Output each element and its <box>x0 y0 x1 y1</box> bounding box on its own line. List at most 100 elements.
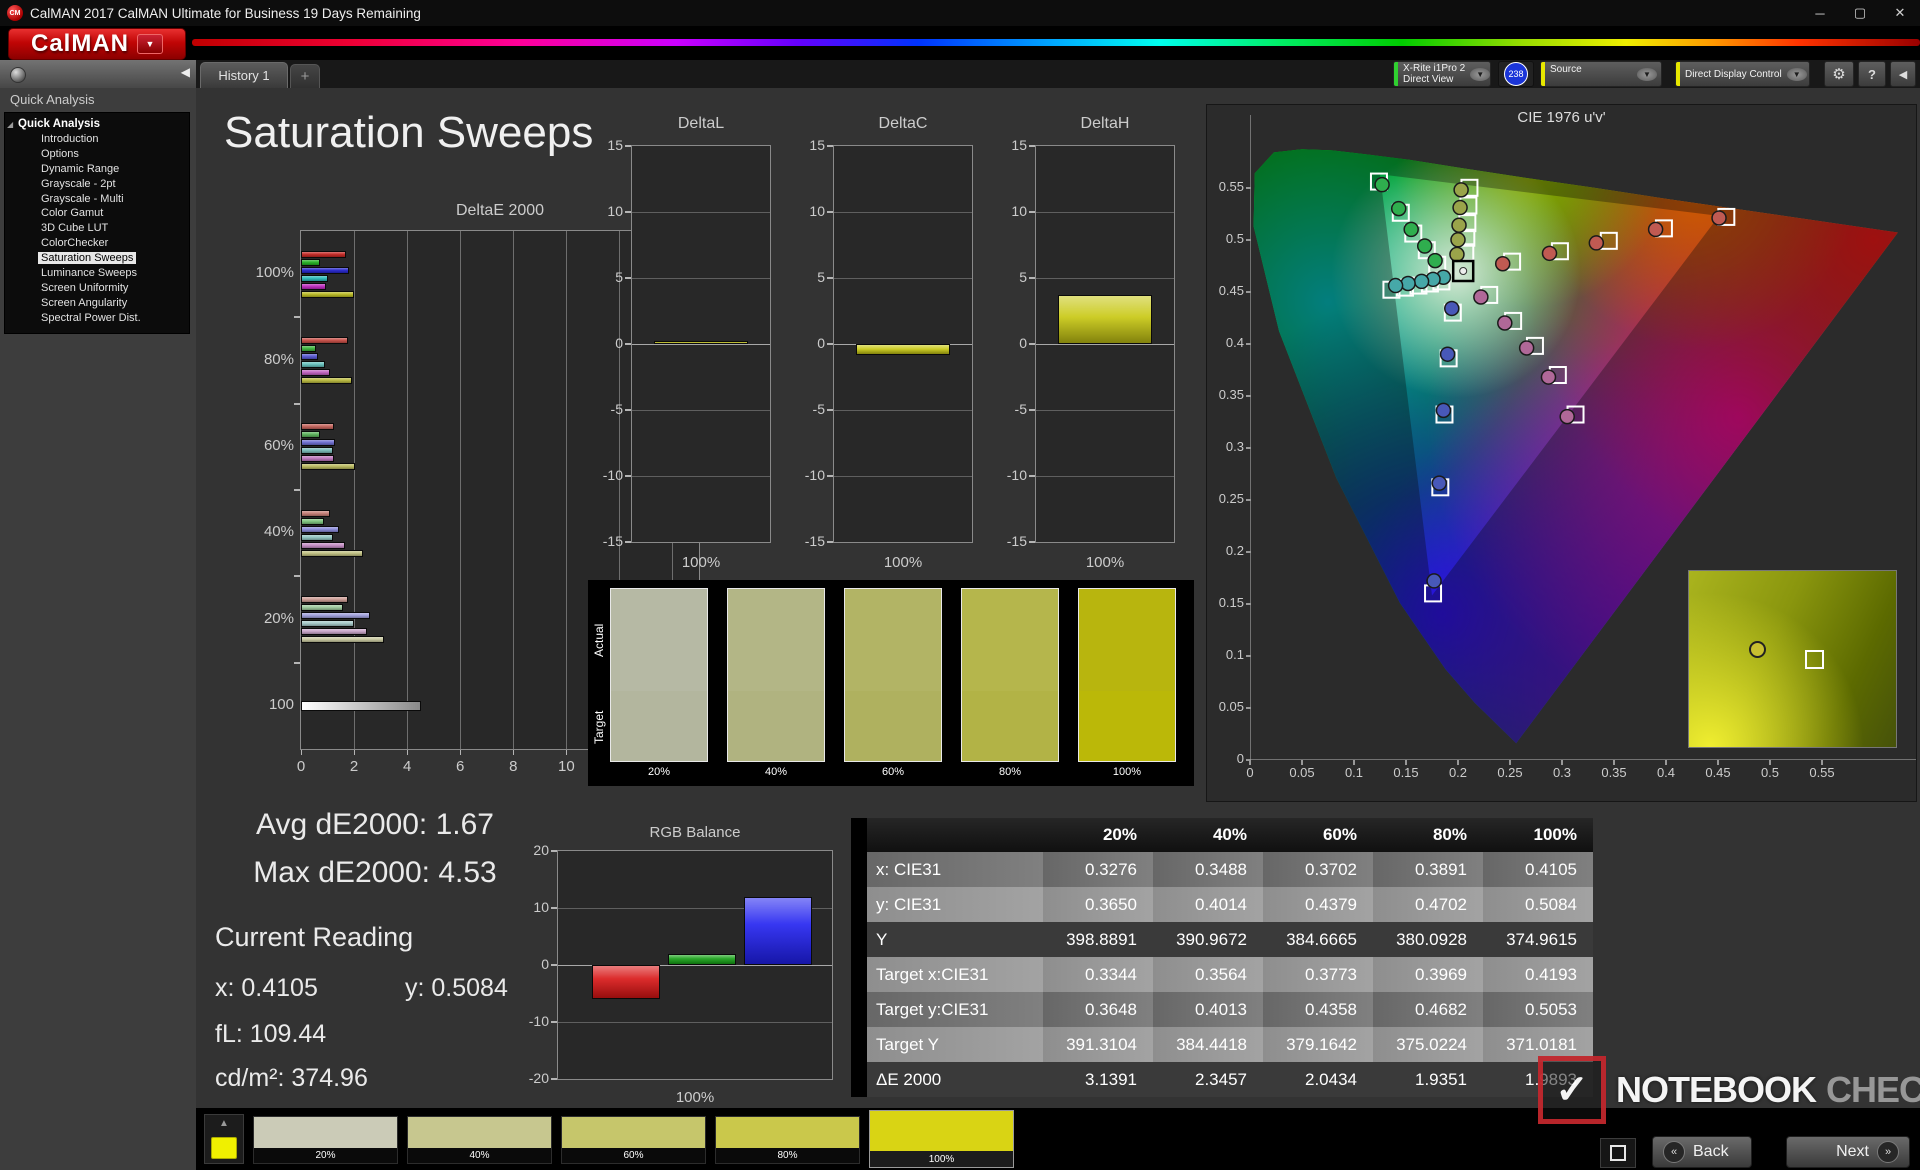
rgb-bar-green <box>668 953 736 965</box>
deltae-x-tick-label: 8 <box>509 758 518 775</box>
bottom-swatch-80%[interactable]: 80% <box>715 1116 860 1164</box>
cie-1976-panel: CIE 1976 u'v' 0.55 0.5 0.45 0.4 0.35 0.3… <box>1206 104 1917 802</box>
sidebar-item-colorchecker[interactable]: ColorChecker <box>5 236 189 251</box>
square-icon <box>1610 1145 1626 1161</box>
swatch-comparison-panel: Actual Target 20% 40% 60% 80% 100% <box>588 580 1194 786</box>
back-button[interactable]: « Back <box>1652 1136 1752 1168</box>
table-header-60%: 60% <box>1322 825 1357 844</box>
sidebar-item-screen-angularity[interactable]: Screen Angularity <box>5 296 189 311</box>
next-button[interactable]: Next » <box>1786 1136 1910 1168</box>
table-cell-20%: 391.3104 <box>1043 1027 1153 1062</box>
sidebar-item-3d-cube-lut[interactable]: 3D Cube LUT <box>5 221 189 236</box>
cie-y-tick-label: 0.45 <box>1218 282 1244 298</box>
next-chevron-icon: » <box>1877 1141 1899 1163</box>
stop-button[interactable] <box>1600 1138 1636 1168</box>
deltae-bar-80%-yellow <box>301 377 353 384</box>
meter-dropdown[interactable]: X-Rite i1Pro 2 Direct View ▼ <box>1393 61 1491 87</box>
tab-history-1[interactable]: History 1 <box>200 62 288 88</box>
cie-y-tick <box>1246 498 1251 501</box>
deltal-chart: DeltaL 100% 15 10 5 0 -5 -10 -15 <box>603 115 771 571</box>
cie-x-tick <box>1769 760 1771 765</box>
delta-y-tick <box>625 475 631 477</box>
add-tab-button[interactable]: + <box>290 64 320 88</box>
swatch-column-20%: 20% <box>610 588 708 778</box>
back-chevron-icon: « <box>1663 1141 1685 1163</box>
chevron-down-icon: ▼ <box>1786 67 1807 81</box>
deltah-plot <box>1035 145 1175 543</box>
close-button[interactable]: ✕ <box>1880 0 1920 26</box>
deltae-axis-tick <box>294 575 300 578</box>
bottom-swatch-color <box>562 1117 705 1148</box>
sidebar-item-options[interactable]: Options <box>5 147 189 162</box>
source-dropdown-label: Source <box>1550 64 1582 75</box>
deltae-bar-40%-magenta <box>301 541 345 549</box>
bottom-swatch-color <box>408 1117 551 1148</box>
calman-logo-menu[interactable]: CalMAN ▼ <box>8 28 186 60</box>
maximize-button[interactable]: ▢ <box>1840 0 1880 26</box>
delta-y-tick-label: -10 <box>804 467 825 483</box>
settings-button[interactable]: ⚙ <box>1824 61 1854 87</box>
display-control-label: Direct Display Control <box>1685 68 1782 80</box>
deltah-chart: DeltaH 100% 15 10 5 0 -5 -10 -15 <box>1007 115 1175 571</box>
back-label: Back <box>1693 1143 1729 1160</box>
sidebar-item-dynamic-range[interactable]: Dynamic Range <box>5 162 189 177</box>
cie-x-tick <box>1509 760 1511 765</box>
delta-gridline <box>1036 410 1174 411</box>
color-selector-button[interactable]: ▲ <box>204 1114 244 1164</box>
sidebar-item-screen-uniformity[interactable]: Screen Uniformity <box>5 281 189 296</box>
deltae-axis-tick <box>294 489 300 491</box>
deltae-x-tick <box>460 750 462 755</box>
delta-gridline <box>834 212 972 213</box>
sidebar-item-grayscale-multi[interactable]: Grayscale - Multi <box>5 192 189 207</box>
swatch-column-label: 100% <box>1112 766 1142 778</box>
sidebar-header: Quick Analysis <box>10 92 95 107</box>
delta-y-tick <box>827 343 833 345</box>
deltae-bar-80%-red <box>301 337 348 344</box>
help-button[interactable]: ? <box>1858 61 1886 87</box>
sidebar-item-spectral-power-dist-[interactable]: Spectral Power Dist. <box>5 311 189 326</box>
tree-root-quick-analysis[interactable]: ◢ Quick Analysis <box>5 117 189 132</box>
sidebar-item-saturation-sweeps[interactable]: Saturation Sweeps <box>5 251 189 266</box>
swatch-target <box>1079 691 1175 761</box>
source-dropdown[interactable]: Source ▼ <box>1540 61 1662 87</box>
sidebar-item-luminance-sweeps[interactable]: Luminance Sweeps <box>5 266 189 281</box>
chevron-down-icon: ▼ <box>137 34 163 54</box>
bottom-swatch-60%[interactable]: 60% <box>561 1116 706 1164</box>
sidebar-item-grayscale-2pt[interactable]: Grayscale - 2pt <box>5 177 189 192</box>
bottom-swatch-20%[interactable]: 20% <box>253 1116 398 1164</box>
table-header-20%: 20% <box>1102 825 1137 844</box>
rgb-y-tick <box>551 1021 557 1023</box>
bottom-swatch-40%[interactable]: 40% <box>407 1116 552 1164</box>
deltae-x-tick <box>566 750 568 755</box>
swatch-actual <box>845 589 941 691</box>
minimize-button[interactable]: ─ <box>1800 0 1840 26</box>
delta-gridline <box>834 278 972 279</box>
cie-y-tick-label: 0.55 <box>1218 178 1244 194</box>
sidebar-item-introduction[interactable]: Introduction <box>5 132 189 147</box>
cie-x-tick <box>1613 760 1615 765</box>
calman-logo-text: CalMAN <box>30 30 129 57</box>
cie-x-tick-label: 0.1 <box>1344 765 1364 780</box>
watermark-text-1: NOTEBOOK <box>1616 1069 1817 1110</box>
rgb-y-tick <box>551 964 557 966</box>
reading-count-badge[interactable]: 238 <box>1498 61 1534 87</box>
sidebar-collapse-icon[interactable]: ◀ <box>181 65 190 79</box>
table-cell-80%: 0.4702 <box>1373 887 1483 922</box>
delta-y-tick-label: 5 <box>1019 269 1027 285</box>
sidebar-item-color-gamut[interactable]: Color Gamut <box>5 206 189 221</box>
table-row-label: Target Y <box>867 1027 1043 1062</box>
swatch-column-60%: 60% <box>844 588 942 778</box>
bottom-swatch-100%[interactable]: 100% <box>869 1110 1014 1168</box>
rgb-bar-blue <box>744 896 812 965</box>
cie-x-tick <box>1665 760 1667 765</box>
delta-bar <box>654 340 748 344</box>
display-control-dropdown[interactable]: Direct Display Control ▼ <box>1675 61 1810 87</box>
page-title: Saturation Sweeps <box>224 108 594 157</box>
swatch-column-80%: 80% <box>961 588 1059 778</box>
swatch-actual <box>728 589 824 691</box>
deltae-x-tick-label: 0 <box>296 758 306 775</box>
cie-x-tick <box>1405 760 1407 765</box>
chevron-down-icon: ▼ <box>1637 67 1657 81</box>
table-row-cap <box>851 1027 867 1062</box>
panel-collapse-button[interactable]: ◀ <box>1890 61 1916 87</box>
